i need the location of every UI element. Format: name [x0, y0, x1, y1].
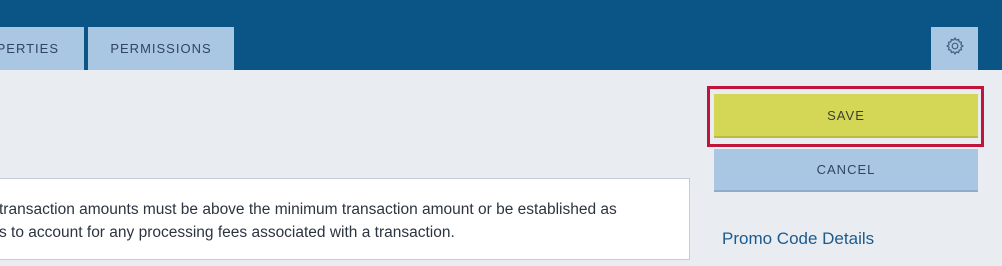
info-text-line-2: s to account for any processing fees ass… [0, 224, 455, 241]
settings-button[interactable] [931, 27, 978, 70]
tab-permissions[interactable]: PERMISSIONS [88, 27, 234, 70]
save-button[interactable]: SAVE [714, 94, 978, 138]
cancel-button[interactable]: CANCEL [714, 149, 978, 192]
info-text-line-1: transaction amounts must be above the mi… [0, 201, 617, 218]
top-nav-bar: PERTIES PERMISSIONS [0, 0, 1002, 70]
promo-code-details-link[interactable]: Promo Code Details [722, 229, 874, 249]
tab-permissions-label: PERMISSIONS [110, 41, 212, 56]
gear-icon [945, 36, 965, 61]
tab-properties-label: PERTIES [0, 41, 59, 56]
save-button-label: SAVE [827, 107, 865, 123]
info-message-box: transaction amounts must be above the mi… [0, 178, 690, 260]
cancel-button-label: CANCEL [816, 162, 876, 177]
tab-properties[interactable]: PERTIES [0, 27, 84, 70]
